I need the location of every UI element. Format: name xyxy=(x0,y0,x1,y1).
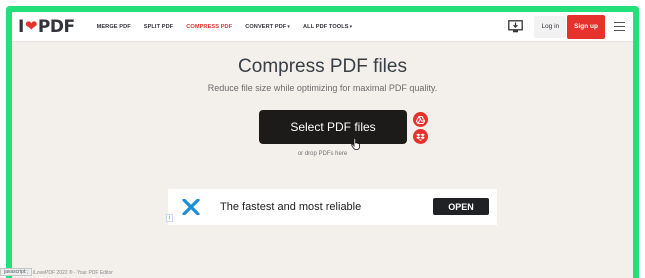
hand-cursor-icon xyxy=(351,137,361,150)
heart-icon: ❤ xyxy=(24,17,38,35)
select-pdf-files-button[interactable]: Select PDF files xyxy=(259,110,407,144)
ad-headline: The fastest and most reliable xyxy=(220,201,362,213)
logo-text-pdf: PDF xyxy=(37,16,75,37)
ad-brand-x-icon xyxy=(174,199,208,215)
nav-merge-pdf-label: MERGE PDF xyxy=(96,23,131,30)
page-title: Compress PDF files xyxy=(238,56,407,77)
drop-hint-text: or drop PDFs here xyxy=(297,151,348,157)
browser-frame: I ❤ PDF MERGE PDF SPLIT PDF COMPRESS PDF… xyxy=(6,6,639,278)
nav-split-pdf-label: SPLIT PDF xyxy=(143,23,174,30)
nav-compress-pdf[interactable]: COMPRESS PDF xyxy=(186,24,232,30)
nav-all-pdf-tools-label: ALL PDF TOOLS xyxy=(303,23,349,30)
hamburger-menu-icon[interactable] xyxy=(605,12,633,42)
signup-button[interactable]: Sign up xyxy=(567,14,605,39)
nav-convert-pdf[interactable]: CONVERT PDF▾ xyxy=(245,24,290,30)
nav-compress-pdf-label: COMPRESS PDF xyxy=(186,23,233,30)
browser-status-bar: javascript:; xyxy=(0,268,32,276)
nav-merge-pdf[interactable]: MERGE PDF xyxy=(97,24,131,30)
logo-text-i: I xyxy=(18,16,24,37)
chevron-down-icon: ▾ xyxy=(287,23,291,30)
ilovepdf-logo[interactable]: I ❤ PDF xyxy=(18,17,75,37)
footer-copyright: © iLovePDF 2022 ® - Your PDF Editor xyxy=(28,270,113,276)
ad-open-button[interactable]: OPEN xyxy=(433,198,489,215)
top-navigation-bar: I ❤ PDF MERGE PDF SPLIT PDF COMPRESS PDF… xyxy=(12,12,633,42)
nav-split-pdf[interactable]: SPLIT PDF xyxy=(144,24,174,30)
desktop-download-icon[interactable] xyxy=(502,12,528,42)
ad-choices-icon[interactable]: i xyxy=(166,214,173,222)
login-button[interactable]: Log in xyxy=(534,15,567,38)
advertisement-banner[interactable]: The fastest and most reliable OPEN i xyxy=(166,189,497,225)
header-actions: Log in Sign up xyxy=(502,12,633,42)
dropbox-icon[interactable] xyxy=(413,129,428,144)
chevron-down-icon: ▾ xyxy=(349,23,353,30)
page-subtitle: Reduce file size while optimizing for ma… xyxy=(207,83,438,93)
nav-all-pdf-tools[interactable]: ALL PDF TOOLS▾ xyxy=(303,24,352,30)
google-drive-icon[interactable] xyxy=(413,112,428,127)
nav-convert-pdf-label: CONVERT PDF xyxy=(245,23,287,30)
main-nav: MERGE PDF SPLIT PDF COMPRESS PDF CONVERT… xyxy=(97,24,353,30)
